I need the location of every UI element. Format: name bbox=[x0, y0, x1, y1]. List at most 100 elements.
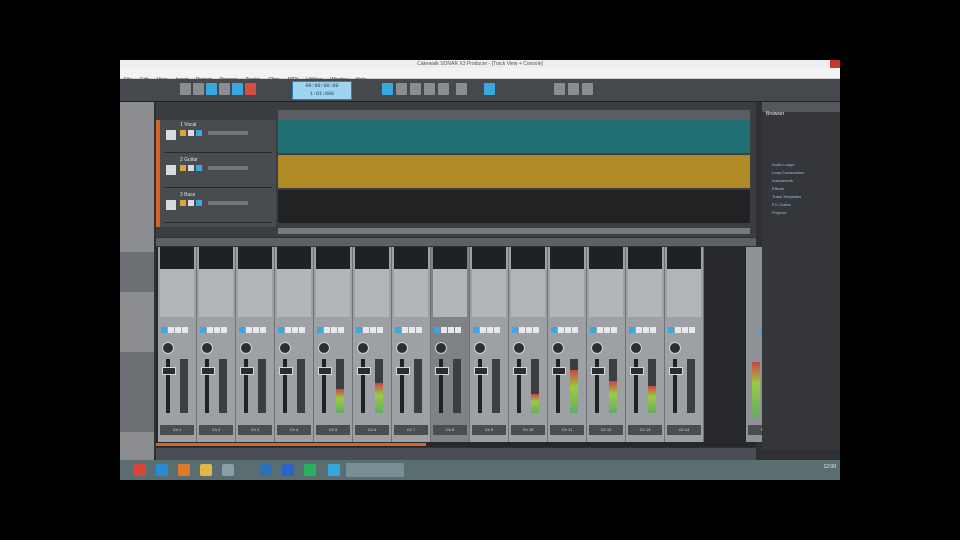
sends-area[interactable] bbox=[550, 269, 584, 317]
fx-bin[interactable] bbox=[667, 247, 701, 269]
layout-button-1[interactable] bbox=[554, 83, 565, 95]
record-button[interactable] bbox=[245, 83, 256, 95]
monitor-button[interactable] bbox=[221, 327, 227, 333]
fx-bin[interactable] bbox=[355, 247, 389, 269]
monitor-button[interactable] bbox=[689, 327, 695, 333]
track-header[interactable]: 3 Bass bbox=[164, 190, 272, 223]
arm-button[interactable] bbox=[565, 327, 571, 333]
mute-button[interactable] bbox=[161, 327, 167, 333]
play-button[interactable] bbox=[206, 83, 217, 95]
channel-strip[interactable]: Ch 10 bbox=[509, 247, 548, 442]
sends-area[interactable] bbox=[238, 269, 272, 317]
fader-cap[interactable] bbox=[435, 367, 449, 375]
monitor-button[interactable] bbox=[455, 327, 461, 333]
mute-button[interactable] bbox=[180, 200, 186, 206]
pan-knob[interactable] bbox=[162, 342, 174, 354]
fader-cap[interactable] bbox=[357, 367, 371, 375]
excel-icon[interactable] bbox=[304, 464, 316, 476]
browser-item[interactable]: Instruments bbox=[772, 178, 793, 183]
sends-area[interactable] bbox=[160, 269, 194, 317]
sonar-taskbar-icon[interactable] bbox=[328, 464, 340, 476]
arm-button[interactable] bbox=[682, 327, 688, 333]
pan-knob[interactable] bbox=[591, 342, 603, 354]
arm-button[interactable] bbox=[526, 327, 532, 333]
arm-button[interactable] bbox=[643, 327, 649, 333]
sends-area[interactable] bbox=[628, 269, 662, 317]
strip-name[interactable]: Ch 8 bbox=[433, 425, 467, 435]
fader-cap[interactable] bbox=[669, 367, 683, 375]
strip-name[interactable]: Ch 11 bbox=[550, 425, 584, 435]
mute-button[interactable] bbox=[180, 165, 186, 171]
pan-knob[interactable] bbox=[435, 342, 447, 354]
solo-button[interactable] bbox=[480, 327, 486, 333]
solo-button[interactable] bbox=[285, 327, 291, 333]
arm-button[interactable] bbox=[253, 327, 259, 333]
track-header[interactable]: 1 Vocal bbox=[164, 120, 272, 153]
sends-area[interactable] bbox=[316, 269, 350, 317]
monitor-button[interactable] bbox=[416, 327, 422, 333]
layout-button-2[interactable] bbox=[568, 83, 579, 95]
sends-area[interactable] bbox=[589, 269, 623, 317]
pan-knob[interactable] bbox=[279, 342, 291, 354]
solo-button[interactable] bbox=[597, 327, 603, 333]
mute-button[interactable] bbox=[668, 327, 674, 333]
solo-button[interactable] bbox=[246, 327, 252, 333]
channel-strip[interactable]: Ch 9 bbox=[470, 247, 509, 442]
channel-strip[interactable]: Ch 8 bbox=[431, 247, 470, 442]
solo-button[interactable] bbox=[324, 327, 330, 333]
browser-item[interactable]: FX Chains bbox=[772, 202, 791, 207]
pan-knob[interactable] bbox=[201, 342, 213, 354]
media-icon[interactable] bbox=[260, 464, 272, 476]
arm-button[interactable] bbox=[175, 327, 181, 333]
app-icon[interactable] bbox=[222, 464, 234, 476]
stop-button[interactable] bbox=[193, 83, 204, 95]
channel-strip[interactable]: Ch 3 bbox=[236, 247, 275, 442]
erase-tool-button[interactable] bbox=[438, 83, 449, 95]
solo-button[interactable] bbox=[519, 327, 525, 333]
arm-button[interactable] bbox=[292, 327, 298, 333]
channel-strip[interactable]: Ch 11 bbox=[548, 247, 587, 442]
pan-knob[interactable] bbox=[630, 342, 642, 354]
fader-cap[interactable] bbox=[396, 367, 410, 375]
monitor-button[interactable] bbox=[611, 327, 617, 333]
layout-button-3[interactable] bbox=[582, 83, 593, 95]
arm-button[interactable] bbox=[331, 327, 337, 333]
strip-name[interactable]: Ch 2 bbox=[199, 425, 233, 435]
fx-bin[interactable] bbox=[550, 247, 584, 269]
arm-button[interactable] bbox=[196, 200, 202, 206]
mute-button[interactable] bbox=[317, 327, 323, 333]
pan-knob[interactable] bbox=[318, 342, 330, 354]
clips-pane[interactable] bbox=[278, 120, 750, 226]
fx-bin[interactable] bbox=[316, 247, 350, 269]
monitor-button[interactable] bbox=[260, 327, 266, 333]
mute-button[interactable] bbox=[590, 327, 596, 333]
mute-button[interactable] bbox=[473, 327, 479, 333]
arm-button[interactable] bbox=[214, 327, 220, 333]
fx-bin[interactable] bbox=[511, 247, 545, 269]
strip-name[interactable]: Ch 9 bbox=[472, 425, 506, 435]
arm-button[interactable] bbox=[604, 327, 610, 333]
fx-bin[interactable] bbox=[394, 247, 428, 269]
fx-bin[interactable] bbox=[277, 247, 311, 269]
monitor-button[interactable] bbox=[650, 327, 656, 333]
mute-button[interactable] bbox=[434, 327, 440, 333]
solo-button[interactable] bbox=[636, 327, 642, 333]
draw-tool-button[interactable] bbox=[424, 83, 435, 95]
select-tool-button[interactable] bbox=[382, 83, 393, 95]
sends-area[interactable] bbox=[433, 269, 467, 317]
channel-strip[interactable]: Ch 6 bbox=[353, 247, 392, 442]
fx-bin[interactable] bbox=[433, 247, 467, 269]
browser-item[interactable]: Loop Construction bbox=[772, 170, 804, 175]
strip-name[interactable]: Ch 14 bbox=[667, 425, 701, 435]
arm-button[interactable] bbox=[448, 327, 454, 333]
channel-strip[interactable]: Ch 14 bbox=[665, 247, 704, 442]
mute-button[interactable] bbox=[200, 327, 206, 333]
mute-button[interactable] bbox=[551, 327, 557, 333]
pan-knob[interactable] bbox=[357, 342, 369, 354]
volume-slider[interactable] bbox=[208, 166, 248, 170]
browser-item[interactable]: Audio Loops bbox=[772, 162, 794, 167]
fader-cap[interactable] bbox=[474, 367, 488, 375]
loop-button[interactable] bbox=[232, 83, 243, 95]
track-header[interactable]: 2 Guitar bbox=[164, 155, 272, 188]
mute-button[interactable] bbox=[180, 130, 186, 136]
